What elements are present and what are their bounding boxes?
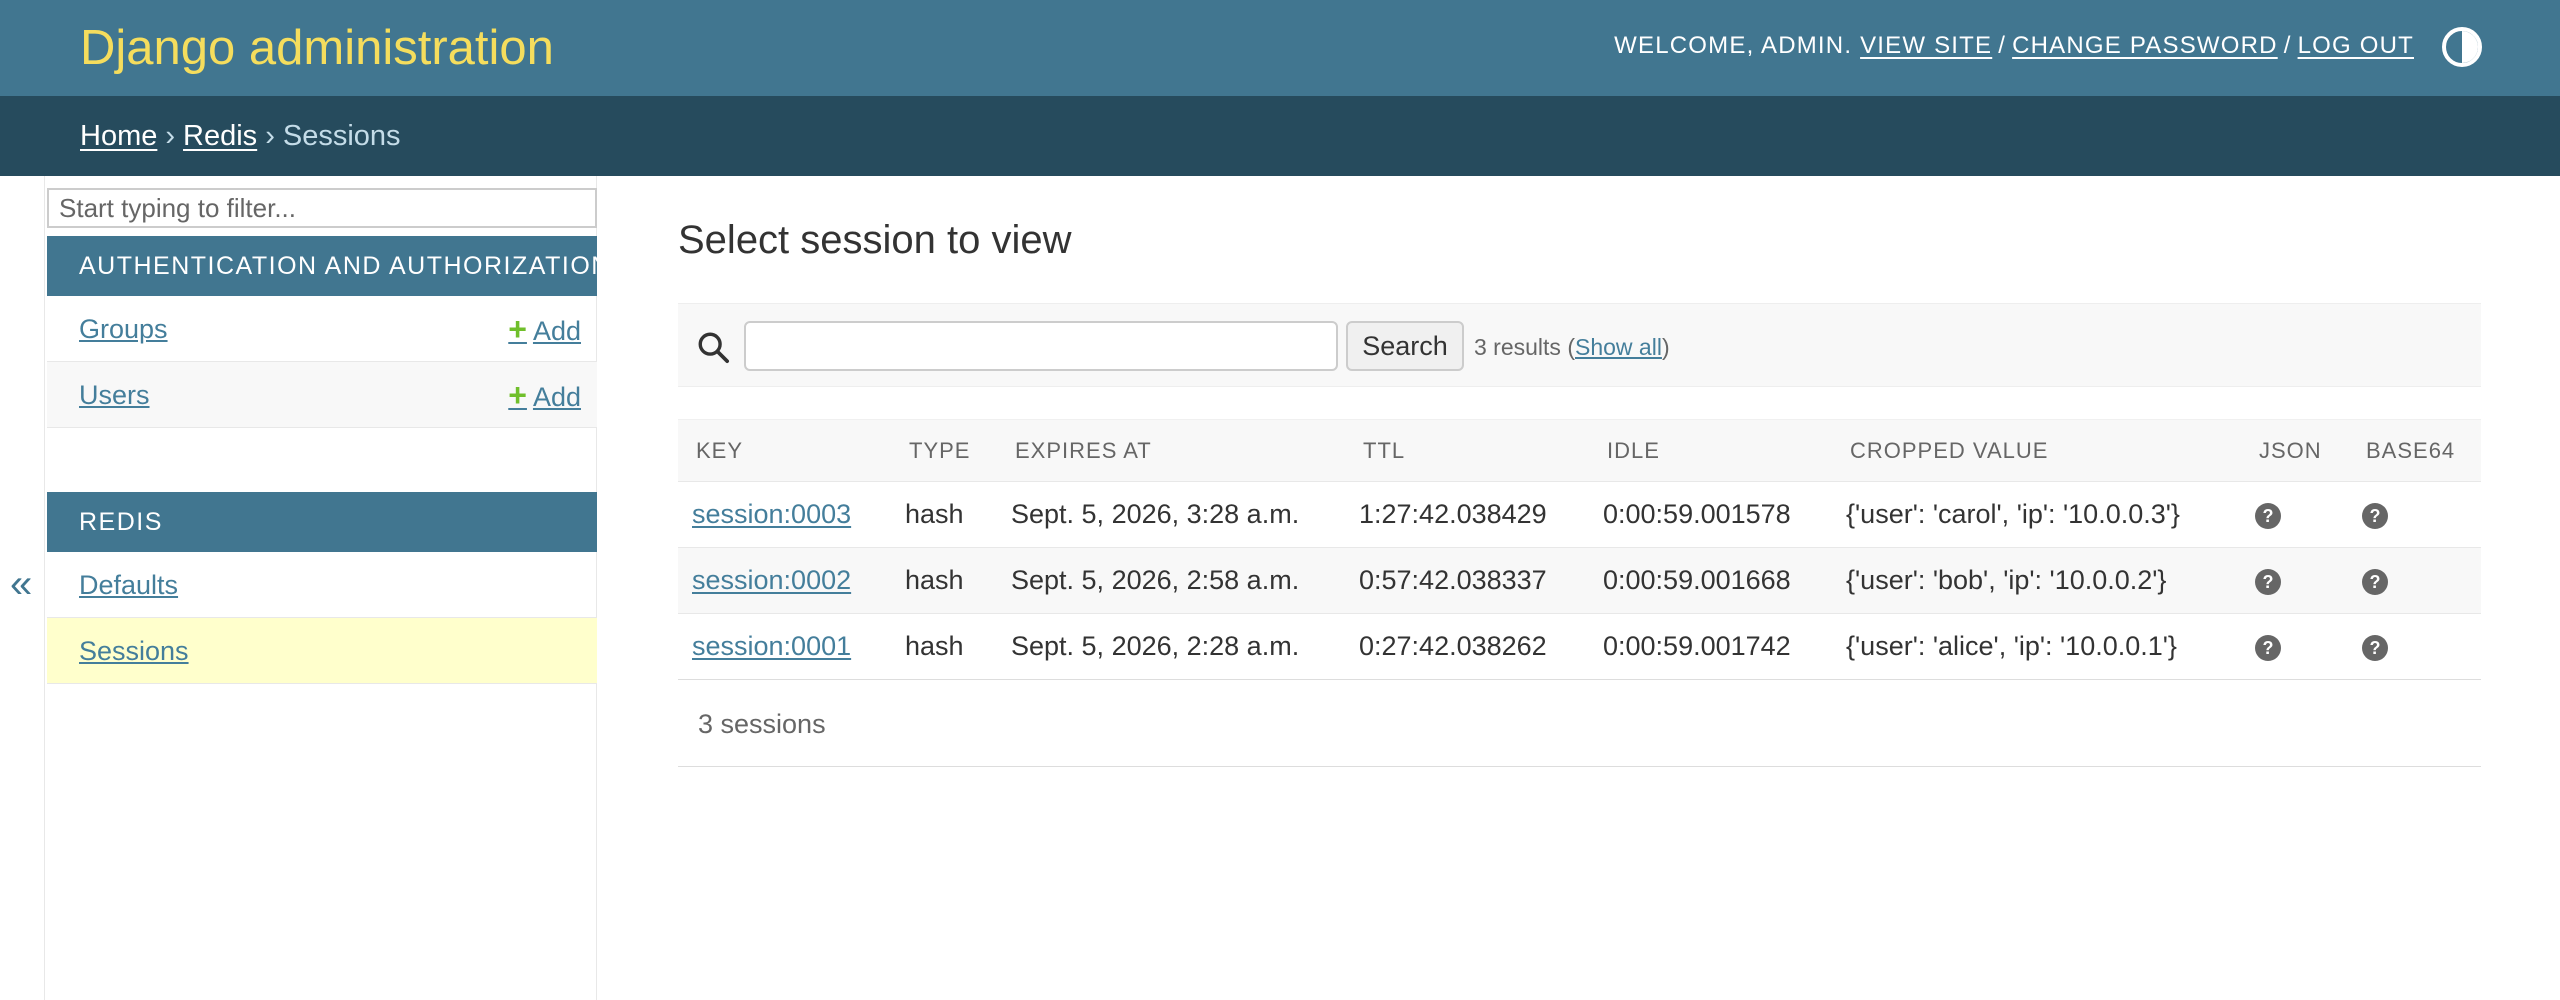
help-icon[interactable]: ? (2255, 634, 2281, 661)
header: Django administration Welcome, admin. Vi… (0, 0, 2560, 96)
contrast-icon[interactable] (2442, 27, 2482, 67)
double-chevron-left-icon: « (10, 562, 33, 606)
separator: / (1998, 32, 2007, 59)
sidebar-item-sessions: Sessions (47, 618, 597, 684)
view-site-link[interactable]: View site (1860, 32, 1992, 59)
cell-key: session:0002 (678, 547, 891, 614)
paginator: 3 sessions (678, 679, 2481, 767)
breadcrumb-separator: › (165, 120, 176, 152)
column-header-ttl[interactable]: TTL (1345, 419, 1589, 482)
cell-type: hash (891, 547, 997, 614)
cell-json: ? (2241, 481, 2348, 548)
help-icon[interactable]: ? (2255, 502, 2281, 529)
site-name[interactable]: Django administration (80, 20, 554, 76)
table-row: session:0001 hash Sept. 5, 2026, 2:28 a.… (678, 613, 2481, 680)
add-label: Add (532, 316, 581, 346)
welcome-prefix: Welcome, (1614, 32, 1755, 59)
nav-sidebar: Authentication and Authorization Groups … (44, 176, 609, 1000)
cell-base64: ? (2348, 547, 2481, 614)
cell-ttl: 1:27:42.038429 (1345, 481, 1589, 548)
cell-idle: 0:00:59.001668 (1589, 547, 1832, 614)
table-row: session:0003 hash Sept. 5, 2026, 3:28 a.… (678, 481, 2481, 548)
sidebar-filter-input[interactable] (47, 188, 597, 228)
search-button[interactable]: Search (1346, 321, 1464, 371)
cell-key: session:0001 (678, 613, 891, 680)
breadcrumb-home[interactable]: Home (80, 120, 157, 152)
sidebar-item-defaults-link[interactable]: Defaults (79, 570, 178, 600)
help-icon[interactable]: ? (2362, 502, 2388, 529)
breadcrumb: Home › Redis › Sessions (0, 96, 2560, 176)
add-user-button[interactable]: + Add (508, 362, 581, 430)
sidebar-item-groups-link[interactable]: Groups (79, 314, 168, 344)
session-key-link[interactable]: session:0001 (692, 631, 851, 661)
cell-type: hash (891, 481, 997, 548)
help-icon[interactable]: ? (2362, 568, 2388, 595)
log-out-link[interactable]: Log out (2298, 32, 2414, 59)
result-count-text: 3 results (1474, 334, 1561, 360)
module-caption-redis[interactable]: Redis (47, 492, 597, 552)
search-icon (698, 332, 730, 364)
sidebar-item-users: Users + Add (47, 362, 597, 428)
sidebar-item-sessions-link[interactable]: Sessions (79, 636, 189, 666)
cell-type: hash (891, 613, 997, 680)
cell-ttl: 0:27:42.038262 (1345, 613, 1589, 680)
breadcrumb-separator: › (265, 120, 275, 152)
user-tools: Welcome, admin. View site / Change passwor… (1614, 30, 2414, 62)
column-header-json[interactable]: JSON (2241, 419, 2348, 482)
page-title: Select session to view (678, 218, 1072, 262)
session-key-link[interactable]: session:0002 (692, 565, 851, 595)
sidebar-item-defaults: Defaults (47, 552, 597, 618)
cell-idle: 0:00:59.001742 (1589, 613, 1832, 680)
username: admin (1760, 32, 1845, 59)
show-all-link[interactable]: Show all (1575, 334, 1662, 360)
column-header-key[interactable]: Key (678, 419, 891, 482)
plus-icon: + (508, 377, 527, 413)
search-input[interactable] (744, 321, 1338, 371)
search-toolbar: Search 3 results (Show all) (678, 303, 2481, 387)
cell-expires-at: Sept. 5, 2026, 3:28 a.m. (997, 481, 1345, 548)
cell-cropped-value: {'user': 'alice', 'ip': '10.0.0.1'} (1832, 613, 2241, 680)
column-header-cropped-value[interactable]: Cropped value (1832, 419, 2241, 482)
sidebar-toggle-button[interactable]: « (0, 176, 44, 1000)
cell-base64: ? (2348, 481, 2481, 548)
add-group-button[interactable]: + Add (508, 296, 581, 364)
cell-ttl: 0:57:42.038337 (1345, 547, 1589, 614)
welcome-text: Welcome, admin. (1614, 32, 1853, 59)
cell-idle: 0:00:59.001578 (1589, 481, 1832, 548)
table-header-row: Key Type Expires at TTL Idle Cropped val… (678, 419, 2481, 482)
sidebar-item-groups: Groups + Add (47, 296, 597, 362)
results-table: Key Type Expires at TTL Idle Cropped val… (678, 419, 2481, 680)
add-label: Add (532, 382, 581, 412)
cell-base64: ? (2348, 613, 2481, 680)
cell-cropped-value: {'user': 'carol', 'ip': '10.0.0.3'} (1832, 481, 2241, 548)
session-key-link[interactable]: session:0003 (692, 499, 851, 529)
column-header-idle[interactable]: Idle (1589, 419, 1832, 482)
column-header-base64[interactable]: Base64 (2348, 419, 2481, 482)
cell-key: session:0003 (678, 481, 891, 548)
change-password-link[interactable]: Change password (2012, 32, 2278, 59)
table-row: session:0002 hash Sept. 5, 2026, 2:58 a.… (678, 547, 2481, 614)
plus-icon: + (508, 311, 527, 347)
breadcrumb-current: Sessions (282, 120, 401, 152)
cell-expires-at: Sept. 5, 2026, 2:58 a.m. (997, 547, 1345, 614)
module-caption-auth[interactable]: Authentication and Authorization (47, 236, 609, 296)
help-icon[interactable]: ? (2255, 568, 2281, 595)
result-count: 3 results (Show all) (1474, 334, 1670, 360)
cell-cropped-value: {'user': 'bob', 'ip': '10.0.0.2'} (1832, 547, 2241, 614)
column-header-type[interactable]: Type (891, 419, 997, 482)
cell-json: ? (2241, 613, 2348, 680)
cell-json: ? (2241, 547, 2348, 614)
cell-expires-at: Sept. 5, 2026, 2:28 a.m. (997, 613, 1345, 680)
help-icon[interactable]: ? (2362, 634, 2388, 661)
column-header-expires-at[interactable]: Expires at (997, 419, 1345, 482)
sidebar-item-users-link[interactable]: Users (79, 380, 150, 410)
breadcrumb-redis[interactable]: Redis (183, 120, 257, 152)
separator: / (2283, 32, 2292, 59)
